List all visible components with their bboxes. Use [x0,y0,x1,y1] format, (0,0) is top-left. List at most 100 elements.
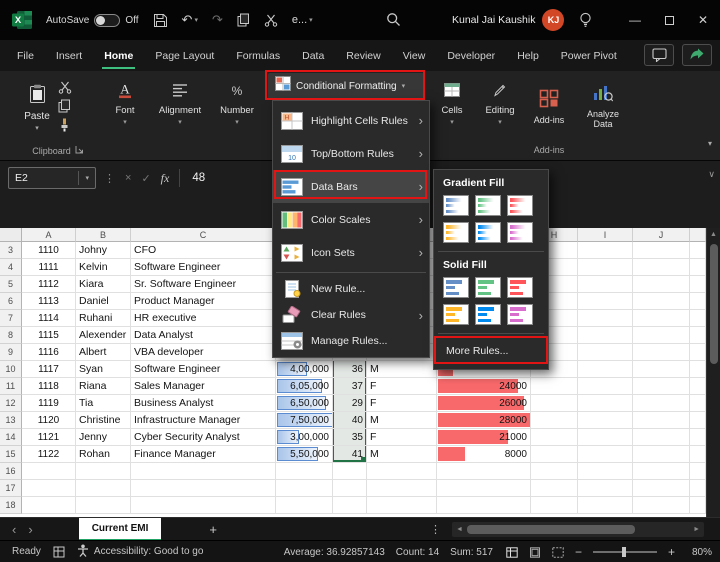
conditional-formatting-button[interactable]: Conditional Formatting ▾ [268,73,424,99]
cell-C16[interactable] [131,463,276,480]
cell-C9[interactable]: VBA developer [131,344,276,361]
cell-D11[interactable]: 6,05,000 [276,378,333,395]
cell-I17[interactable] [578,480,633,497]
menu-item-clear-rules[interactable]: Clear Rules› [273,302,429,328]
cell-C7[interactable]: HR executive [131,310,276,327]
row-header-13[interactable]: 13 [0,412,22,429]
gradient-databar-option-4[interactable] [443,222,469,243]
cell-D10[interactable]: 4,00,000 [276,361,333,378]
cell-B10[interactable]: Syan [76,361,131,378]
cell-C14[interactable]: Cyber Security Analyst [131,429,276,446]
cell-K4[interactable] [690,259,706,276]
menu-item-highlight-cells-rules[interactable]: HHighlight Cells Rules› [273,104,429,137]
cell-J15[interactable] [633,446,690,463]
page-break-view-button[interactable] [552,547,564,558]
save-button[interactable] [153,13,168,28]
sheet-tab-current-emi[interactable]: Current EMI [79,518,162,541]
gradient-databar-option-5[interactable] [475,222,501,243]
row-header-14[interactable]: 14 [0,429,22,446]
cell-I5[interactable] [578,276,633,293]
row-header-11[interactable]: 11 [0,378,22,395]
cell-I7[interactable] [578,310,633,327]
zoom-level[interactable]: 80% [686,547,712,558]
cell-H13[interactable] [531,412,578,429]
cell-D18[interactable] [276,497,333,514]
horizontal-scroll-thumb[interactable] [467,525,635,534]
cell-C3[interactable]: CFO [131,242,276,259]
vertical-scrollbar[interactable]: ▲ [706,228,720,517]
cell-C13[interactable]: Infrastructure Manager [131,412,276,429]
cell-K9[interactable] [690,344,706,361]
cell-K16[interactable] [690,463,706,480]
name-box[interactable]: E2 ▾ [8,167,96,189]
cell-E18[interactable] [333,497,367,514]
row-header-5[interactable]: 5 [0,276,22,293]
cell-A10[interactable]: 1117 [22,361,76,378]
cell-F11[interactable]: F [367,378,437,395]
zoom-in-button[interactable]: + [668,545,675,559]
row-header-4[interactable]: 4 [0,259,22,276]
cell-B11[interactable]: Riana [76,378,131,395]
zoom-out-button[interactable]: − [575,545,582,559]
row-header-16[interactable]: 16 [0,463,22,480]
cell-G12[interactable]: 26000 [437,395,531,412]
menu-item-new-rule[interactable]: New Rule... [273,276,429,302]
cell-K17[interactable] [690,480,706,497]
ribbon-tab-formulas[interactable]: Formulas [225,40,291,71]
gradient-databar-option-3[interactable] [507,195,533,216]
avatar[interactable]: KJ [542,9,564,31]
cell-G16[interactable] [437,463,531,480]
cell-K8[interactable] [690,327,706,344]
cell-G15[interactable]: 8000 [437,446,531,463]
cancel-button[interactable]: × [125,172,131,184]
zoom-slider-thumb[interactable] [622,547,626,557]
column-header-j[interactable]: J [633,228,690,242]
solid-databar-option-2[interactable] [475,277,501,298]
menu-item-data-bars[interactable]: Data Bars› [273,170,429,203]
cell-D13[interactable]: 7,50,000 [276,412,333,429]
number-group-button[interactable]: % Number ▾ [212,78,262,142]
zoom-slider[interactable] [593,551,657,553]
cell-K12[interactable] [690,395,706,412]
column-header-partial[interactable] [690,228,706,242]
cell-K10[interactable] [690,361,706,378]
scroll-left-icon[interactable]: ◄ [456,526,463,533]
copy-button[interactable] [58,98,72,114]
normal-view-button[interactable] [506,547,518,558]
sheet-nav-left-icon[interactable]: ‹ [12,522,16,537]
row-header-17[interactable]: 17 [0,480,22,497]
cell-B5[interactable]: Kiara [76,276,131,293]
share-button[interactable] [682,44,712,66]
ribbon-tab-help[interactable]: Help [506,40,550,71]
solid-databar-option-1[interactable] [443,277,469,298]
cell-I15[interactable] [578,446,633,463]
cell-H11[interactable] [531,378,578,395]
cell-A13[interactable]: 1120 [22,412,76,429]
account-control[interactable]: Kunal Jai Kaushik KJ [452,0,564,40]
menu-item-color-scales[interactable]: Color Scales› [273,203,429,236]
cell-J4[interactable] [633,259,690,276]
cell-E13[interactable]: 40 [333,412,367,429]
ribbon-tab-developer[interactable]: Developer [436,40,506,71]
cell-I8[interactable] [578,327,633,344]
cell-E12[interactable]: 29 [333,395,367,412]
row-header-10[interactable]: 10 [0,361,22,378]
select-all-corner[interactable] [0,228,22,242]
cell-I6[interactable] [578,293,633,310]
cell-F17[interactable] [367,480,437,497]
vertical-scroll-thumb[interactable] [710,244,718,364]
column-header-i[interactable]: I [578,228,633,242]
gradient-databar-option-2[interactable] [475,195,501,216]
cell-B8[interactable]: Alexender [76,327,131,344]
cell-K13[interactable] [690,412,706,429]
cell-J10[interactable] [633,361,690,378]
dialog-launcher-icon[interactable] [75,145,84,156]
cell-D14[interactable]: 3,00,000 [276,429,333,446]
cell-A12[interactable]: 1119 [22,395,76,412]
solid-databar-option-5[interactable] [475,304,501,325]
column-header-b[interactable]: B [76,228,131,242]
cell-I14[interactable] [578,429,633,446]
formula-bar-value[interactable]: 48 [192,172,205,184]
enter-button[interactable]: ✓ [141,172,150,185]
cell-A18[interactable] [22,497,76,514]
